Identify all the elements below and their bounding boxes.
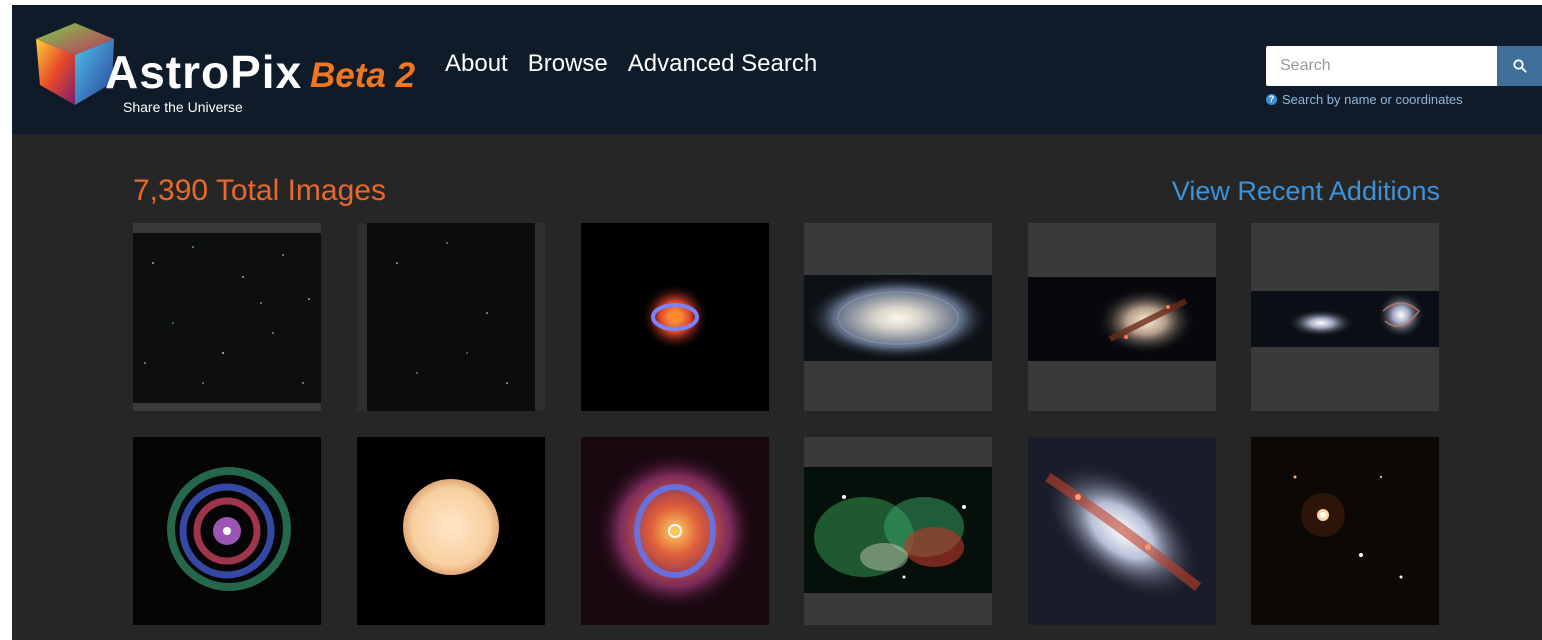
multicolor-shell-nebula-image: [167, 467, 291, 591]
nav-about[interactable]: About: [445, 49, 508, 79]
help-icon: ?: [1266, 94, 1277, 105]
image-thumbnail[interactable]: [357, 437, 545, 625]
nav-advanced-search[interactable]: Advanced Search: [628, 49, 817, 79]
main-nav: About Browse Advanced Search: [445, 49, 817, 79]
image-thumbnail[interactable]: [133, 223, 321, 411]
nav-browse[interactable]: Browse: [528, 49, 608, 79]
logo-tagline: Share the Universe: [123, 99, 243, 115]
search-input[interactable]: [1266, 46, 1497, 86]
image-thumbnail[interactable]: [1251, 223, 1439, 411]
image-thumbnail[interactable]: [133, 437, 321, 625]
peach-glowing-disk-image: [403, 479, 499, 575]
total-images-count: 7,390 Total Images: [133, 174, 386, 207]
starburst-galaxy-image: [1044, 462, 1202, 600]
ring-nebula-orange-core-image: [641, 283, 709, 351]
page-frame: AstroPix Beta 2 Share the Universe About…: [12, 5, 1542, 640]
image-thumbnail[interactable]: [804, 223, 992, 411]
view-recent-additions-link[interactable]: View Recent Additions: [1172, 173, 1440, 209]
sparse-starfield-image: [133, 233, 321, 403]
image-thumbnail[interactable]: [804, 437, 992, 625]
logo-wordmark: AstroPix: [105, 46, 303, 98]
star-with-faint-companions-image: [1293, 475, 1403, 579]
blue-ring-nebula-image: [595, 451, 755, 611]
image-thumbnail[interactable]: [1028, 437, 1216, 625]
interacting-galaxy-pair-image: [1251, 291, 1439, 347]
image-thumbnail[interactable]: [1251, 437, 1439, 625]
search-help: ? Search by name or coordinates: [1266, 92, 1463, 107]
search-icon: [1512, 59, 1527, 73]
dark-starfield-image: [367, 223, 535, 411]
search-help-text: Search by name or coordinates: [1282, 92, 1463, 107]
spiral-galaxy-face-on-image: [804, 275, 992, 361]
beta-label: Beta 2: [310, 56, 416, 95]
image-thumbnail[interactable]: [581, 437, 769, 625]
image-thumbnail[interactable]: [581, 223, 769, 411]
image-thumbnail[interactable]: [1028, 223, 1216, 411]
site-header: AstroPix Beta 2 Share the Universe About…: [12, 5, 1542, 134]
site-logo[interactable]: AstroPix Beta 2 Share the Universe: [32, 19, 432, 115]
search-button[interactable]: [1497, 46, 1542, 86]
edge-on-dusty-galaxy-image: [1028, 277, 1216, 361]
image-thumbnail[interactable]: [357, 223, 545, 411]
green-red-dust-cloud-image: [804, 467, 992, 593]
